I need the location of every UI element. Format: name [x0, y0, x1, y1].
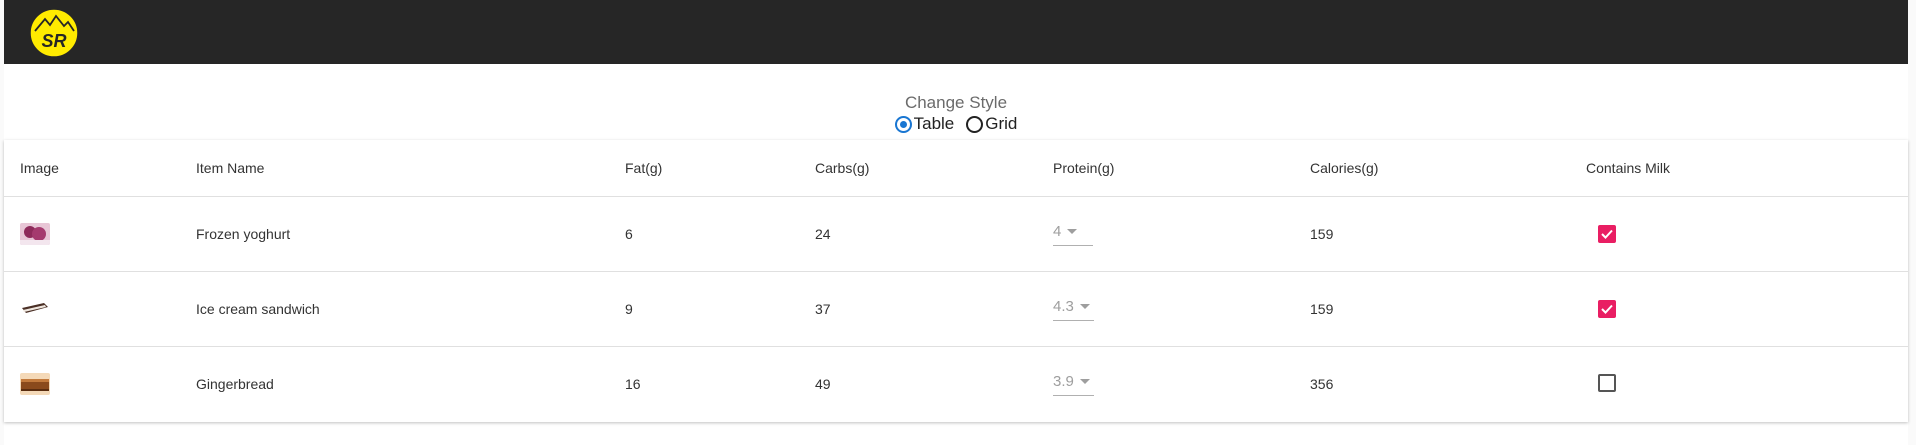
protein-select[interactable]: 4 [1053, 223, 1093, 246]
header-calories: Calories(g) [1310, 140, 1586, 197]
fat-cell: 6 [625, 196, 815, 272]
check-icon [1601, 229, 1613, 239]
header-fat: Fat(g) [625, 140, 815, 197]
calories-cell: 356 [1310, 376, 1334, 392]
gingerbread-image [20, 373, 50, 395]
header-protein: Protein(g) [1053, 140, 1310, 197]
item-name-cell: Gingerbread [196, 376, 274, 392]
calories-cell: 159 [1310, 196, 1586, 272]
top-app-bar: SR [4, 0, 1908, 64]
protein-select-value: 4.3 [1053, 297, 1074, 315]
header-item-name: Item Name [196, 140, 625, 197]
logo-text: SR [41, 31, 66, 51]
protein-select[interactable]: 3.9 [1053, 373, 1094, 396]
calories-cell: 159 [1310, 271, 1586, 347]
protein-select-value: 3.9 [1053, 372, 1074, 390]
chevron-down-icon [1079, 303, 1090, 309]
radio-table[interactable]: Table [894, 114, 955, 134]
carbs-cell: 24 [815, 196, 1053, 272]
contains-milk-checkbox[interactable] [1598, 373, 1616, 392]
style-switch: Change Style Table Grid [4, 92, 1908, 134]
nutrition-table-container: Image Item Name Fat(g) Carbs(g) Protein(… [4, 140, 1908, 422]
protein-select-value: 4 [1053, 222, 1062, 240]
protein-cell: 4.3 [1053, 271, 1310, 347]
table-row: Ice cream sandwich 9 37 4.3 159 [4, 271, 1908, 347]
table-row: Gingerbread 16 49 3.9 356 [4, 347, 1908, 422]
carbs-cell: 37 [815, 271, 1053, 347]
style-switch-title: Change Style [904, 93, 1008, 112]
contains-milk-checkbox[interactable] [1598, 299, 1616, 318]
ice-cream-sandwich-image [20, 298, 50, 320]
radio-grid-indicator[interactable] [966, 115, 984, 133]
sr-logo-icon[interactable]: SR [28, 7, 80, 59]
chevron-down-icon [1067, 228, 1078, 234]
contains-milk-checkbox[interactable] [1598, 224, 1616, 243]
fat-cell: 16 [625, 376, 641, 392]
check-icon [1601, 304, 1613, 314]
header-carbs: Carbs(g) [815, 140, 1053, 197]
image-cell [4, 196, 196, 272]
fat-cell: 9 [625, 271, 815, 347]
nutrition-table: Image Item Name Fat(g) Carbs(g) Protein(… [4, 140, 1908, 421]
carbs-cell: 49 [815, 376, 831, 392]
radio-table-label: Table [913, 114, 955, 133]
item-name-cell: Frozen yoghurt [196, 196, 625, 272]
contains-milk-cell [1586, 347, 1908, 422]
table-header-row: Image Item Name Fat(g) Carbs(g) Protein(… [4, 140, 1908, 197]
protein-cell: 4 [1053, 196, 1310, 272]
style-radio-group: Table Grid [4, 114, 1908, 134]
radio-grid[interactable]: Grid [966, 114, 1017, 134]
radio-table-indicator[interactable] [894, 115, 912, 133]
image-cell [4, 347, 196, 422]
radio-grid-label: Grid [985, 114, 1018, 133]
table-row: Frozen yoghurt 6 24 4 159 [4, 196, 1908, 272]
chevron-down-icon [1079, 378, 1090, 384]
item-name-cell: Ice cream sandwich [196, 271, 625, 347]
frozen-yoghurt-image [20, 223, 50, 245]
protein-cell: 3.9 [1053, 347, 1310, 422]
image-cell [4, 271, 196, 347]
header-contains-milk: Contains Milk [1586, 140, 1908, 197]
contains-milk-cell [1586, 196, 1908, 272]
app-container: SR Change Style Table Grid Image Item Na… [4, 0, 1908, 445]
contains-milk-cell [1586, 271, 1908, 347]
header-image: Image [4, 140, 196, 197]
protein-select[interactable]: 4.3 [1053, 298, 1094, 321]
